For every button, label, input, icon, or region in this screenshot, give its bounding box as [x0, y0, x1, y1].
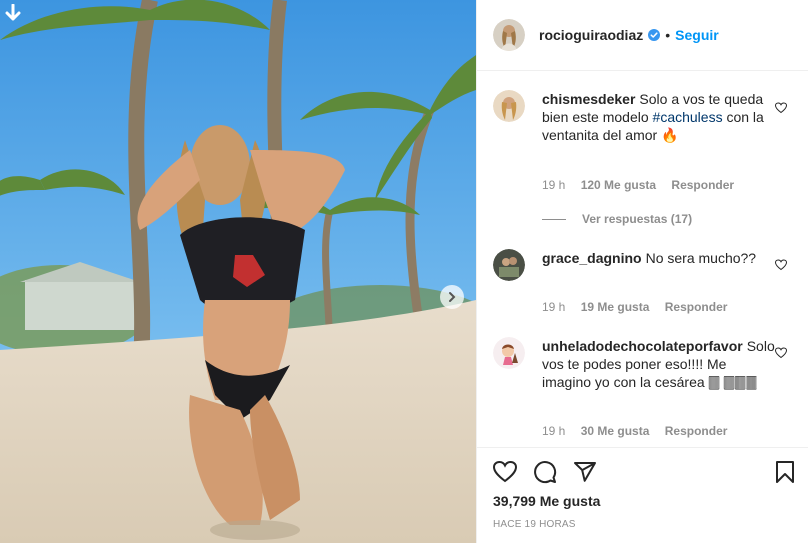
- verified-badge-icon: [648, 29, 661, 41]
- replies-divider-line: [542, 218, 566, 220]
- commenter-avatar-image: [493, 90, 525, 122]
- comments-list[interactable]: chismesdeker Solo a vos te queda bien est…: [477, 72, 808, 446]
- comment-likes-count[interactable]: 30 Me gusta: [581, 424, 650, 438]
- comment-text: chismesdeker Solo a vos te queda bien est…: [542, 90, 764, 144]
- post-side-panel: rocioguiraodiaz • Seguir chismesdeker So…: [476, 0, 808, 543]
- author-username[interactable]: rocioguiraodiaz: [539, 27, 643, 43]
- heart-icon[interactable]: [775, 347, 787, 359]
- author-avatar-image: [493, 19, 525, 51]
- reply-button[interactable]: Responder: [671, 178, 734, 192]
- comment-time: 19 h: [542, 300, 566, 314]
- bookmark-icon[interactable]: [773, 460, 797, 484]
- comment-text: grace_dagnino No sera mucho??: [542, 249, 764, 267]
- instagram-post: rocioguiraodiaz • Seguir chismesdeker So…: [0, 0, 808, 543]
- post-likes-count[interactable]: 39,799 Me gusta: [493, 493, 600, 509]
- header-separator: •: [665, 27, 671, 43]
- comment-username[interactable]: chismesdeker: [542, 91, 635, 107]
- comment-meta: 19 h 120 Me gusta Responder: [542, 178, 746, 192]
- post-actions-bar: 39,799 Me gusta HACE 19 HORAS: [477, 447, 808, 543]
- heart-icon[interactable]: [493, 460, 517, 484]
- comment-text: unheladodechocolateporfavor Solo vos te p…: [542, 337, 775, 391]
- comment-icon[interactable]: [533, 460, 557, 484]
- comment-meta: 19 h 19 Me gusta Responder: [542, 300, 739, 314]
- commenter-avatar[interactable]: [493, 249, 525, 281]
- comment-time: 19 h: [542, 178, 566, 192]
- beach-photo-image: [0, 0, 476, 543]
- comment-likes-count[interactable]: 120 Me gusta: [581, 178, 656, 192]
- post-timestamp[interactable]: HACE 19 HORAS: [493, 519, 576, 530]
- commenter-avatar-image: [493, 337, 525, 369]
- author-avatar[interactable]: [493, 19, 525, 51]
- reply-button[interactable]: Responder: [665, 300, 728, 314]
- comment-username[interactable]: unheladodechocolateporfavor: [542, 338, 743, 354]
- heart-icon[interactable]: [775, 102, 787, 114]
- follow-button[interactable]: Seguir: [675, 27, 719, 43]
- view-replies-button[interactable]: Ver respuestas (17): [542, 212, 692, 226]
- comment-text-part: No sera mucho??: [645, 250, 757, 266]
- view-replies-label: Ver respuestas (17): [582, 212, 693, 226]
- reply-button[interactable]: Responder: [665, 424, 728, 438]
- share-icon[interactable]: [573, 460, 597, 484]
- commenter-avatar[interactable]: [493, 90, 525, 122]
- commenter-avatar-image: [493, 249, 525, 281]
- next-photo-button[interactable]: [440, 285, 464, 309]
- comment-hashtag-link[interactable]: #cachuless: [653, 109, 723, 125]
- comment-username[interactable]: grace_dagnino: [542, 250, 642, 266]
- chevron-right-icon: [449, 292, 456, 302]
- comment-likes-count[interactable]: 19 Me gusta: [581, 300, 650, 314]
- comment-time: 19 h: [542, 424, 566, 438]
- download-arrow-icon[interactable]: [4, 4, 22, 24]
- post-photo[interactable]: [0, 0, 476, 543]
- post-header: rocioguiraodiaz • Seguir: [477, 0, 808, 71]
- heart-icon[interactable]: [775, 259, 787, 271]
- comment-meta: 19 h 30 Me gusta Responder: [542, 424, 739, 438]
- commenter-avatar[interactable]: [493, 337, 525, 369]
